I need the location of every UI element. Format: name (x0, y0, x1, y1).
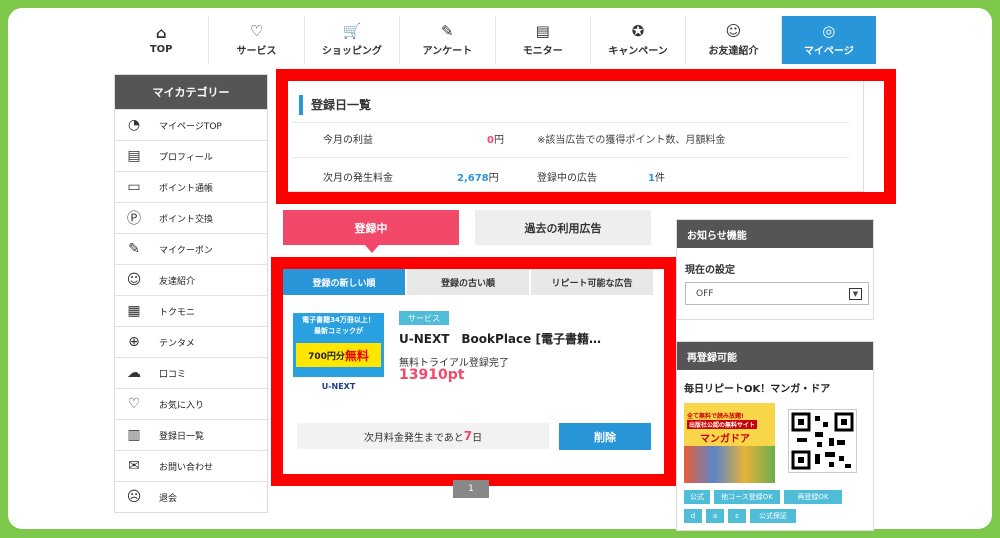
nav-label: モニター (522, 46, 563, 57)
sidebar-item-9[interactable]: ♡ お気に入り (115, 388, 267, 419)
setting-label: 現在の設定 (685, 265, 735, 276)
sidebar-item-label: お気に入り (159, 400, 205, 411)
global-nav: ⌂ TOP ♡ サービス 🛒 ショッピング ✎ アンケート ▤ モニター ✪ キャンペーン ☺ お友達紹介… (114, 16, 876, 64)
sidebar-item-label: マイページTOP (159, 121, 222, 132)
mail-icon: ✉ (128, 458, 140, 474)
nav-item-7[interactable]: ◎ マイページ (781, 16, 876, 64)
page-number[interactable]: 1 (453, 480, 489, 498)
tokumoni-icon: ▦ (127, 303, 141, 319)
nav-item-2[interactable]: 🛒 ショッピング (305, 16, 401, 64)
repeat-tag: 公式保証 (750, 509, 796, 523)
cart-icon: 🛒 (342, 22, 362, 40)
sidebar-item-label: トクモニ (159, 307, 196, 318)
sidebar-item-label: お問い合わせ (159, 462, 214, 473)
sidebar-item-label: マイクーポン (159, 245, 213, 256)
main-tabs: 登録中 過去の利用広告 (283, 210, 659, 253)
sidebar-title: マイカテゴリー (115, 75, 267, 109)
gauge-icon: ◔ (127, 117, 141, 133)
sidebar-item-5[interactable]: ☺ 友達紹介 (115, 264, 267, 295)
manga-door-banner[interactable]: 全て無料で読み放題! 出版社公認の無料サイト マンガドア (684, 403, 775, 483)
sidebar: マイカテゴリー ◔ マイページTOP ▤ プロフィール ▭ ポイント通帳 Ⓟ ポイント交換 ✎ マ… (114, 74, 268, 513)
nav-label: お友達紹介 (708, 46, 759, 57)
sidebar-item-12[interactable]: ☹ 退会 (115, 481, 267, 512)
exchange-icon: Ⓟ (127, 211, 141, 227)
banner-brand: マンガドア (700, 434, 750, 445)
sidebar-item-label: 登録日一覧 (159, 431, 205, 442)
sidebar-item-label: 友達紹介 (159, 276, 196, 287)
repeat-panel: 再登録可能 毎日リピートOK！マンガ・ドア 全て無料で読み放題! 出版社公認の無… (676, 341, 874, 531)
sidebar-item-label: テンタメ (159, 338, 195, 349)
sidebar-item-label: 退会 (159, 493, 178, 504)
heart-icon: ♡ (127, 396, 141, 412)
mypage-icon: ◎ (822, 22, 836, 40)
sidebar-item-10[interactable]: ▥ 登録日一覧 (115, 419, 267, 450)
nav-item-3[interactable]: ✎ アンケート (400, 16, 496, 64)
sidebar-item-11[interactable]: ✉ お問い合わせ (115, 450, 267, 481)
sidebar-item-8[interactable]: ☁ 口コミ (115, 357, 267, 388)
repeat-ad-title[interactable]: 毎日リピートOK！マンガ・ドア (684, 380, 830, 395)
sidebar-item-label: 口コミ (159, 369, 187, 380)
monitor-icon: ▤ (535, 22, 550, 40)
campaign-icon: ✪ (631, 22, 645, 40)
highlight-box-ad (271, 257, 676, 486)
nav-item-1[interactable]: ♡ サービス (209, 16, 305, 64)
sidebar-item-3[interactable]: Ⓟ ポイント交換 (115, 202, 267, 233)
calendar-icon: ▥ (127, 427, 141, 443)
banner-line1: 全て無料で読み放題! (687, 413, 744, 420)
nav-label: アンケート (422, 46, 473, 57)
sidebar-item-7[interactable]: ⊕ テンタメ (115, 326, 267, 357)
home-icon: ⌂ (155, 24, 167, 42)
sidebar-item-2[interactable]: ▭ ポイント通帳 (115, 171, 267, 202)
sidebar-item-label: ポイント交換 (159, 214, 214, 225)
nav-item-4[interactable]: ▤ モニター (496, 16, 591, 64)
sidebar-item-6[interactable]: ▦ トクモニ (115, 295, 267, 326)
profile-icon: ▤ (127, 148, 141, 164)
repeat-tag: s (728, 509, 746, 523)
banner-line2: 出版社公認の無料サイト (687, 420, 758, 429)
coupon-icon: ✎ (128, 241, 140, 257)
nav-label: TOP (149, 44, 173, 55)
service-icon: ♡ (249, 22, 264, 40)
repeat-tag: 他コース登録OK (714, 490, 780, 504)
qr-code-icon (788, 409, 857, 473)
passbook-icon: ▭ (127, 179, 141, 195)
notice-setting-select[interactable]: OFF ▼ (685, 282, 869, 305)
nav-label: ショッピング (321, 46, 382, 57)
friends-icon: ☺ (126, 272, 142, 288)
leave-icon: ☹ (126, 489, 142, 505)
friends-icon: ☺ (725, 22, 742, 40)
notice-panel: お知らせ機能 現在の設定 OFF ▼ (676, 219, 874, 320)
repeat-tag: d (684, 509, 702, 523)
sidebar-item-4[interactable]: ✎ マイクーポン (115, 233, 267, 264)
sidebar-item-label: ポイント通帳 (159, 183, 214, 194)
survey-icon: ✎ (441, 22, 454, 40)
repeat-tag: a (706, 509, 724, 523)
tentame-icon: ⊕ (128, 334, 140, 350)
sidebar-item-1[interactable]: ▤ プロフィール (115, 140, 267, 171)
sidebar-item-0[interactable]: ◔ マイページTOP (115, 109, 267, 140)
review-icon: ☁ (127, 365, 141, 381)
chevron-down-icon: ▼ (849, 288, 862, 300)
nav-label: サービス (236, 46, 277, 57)
setting-value: OFF (696, 288, 714, 299)
nav-item-5[interactable]: ✪ キャンペーン (591, 16, 687, 64)
notice-title: お知らせ機能 (677, 220, 873, 248)
nav-label: マイページ (803, 46, 854, 57)
tab-past[interactable]: 過去の利用広告 (475, 210, 651, 245)
repeat-tag: 公式 (684, 490, 710, 504)
nav-item-6[interactable]: ☺ お友達紹介 (686, 16, 782, 64)
repeat-title: 再登録可能 (677, 342, 873, 370)
tab-active[interactable]: 登録中 (283, 210, 459, 253)
sidebar-item-label: プロフィール (159, 152, 213, 163)
nav-label: キャンペーン (608, 46, 668, 57)
nav-item-0[interactable]: ⌂ TOP (114, 16, 210, 64)
highlight-box-summary (276, 69, 896, 204)
repeat-tag: 再登録OK (784, 490, 842, 504)
